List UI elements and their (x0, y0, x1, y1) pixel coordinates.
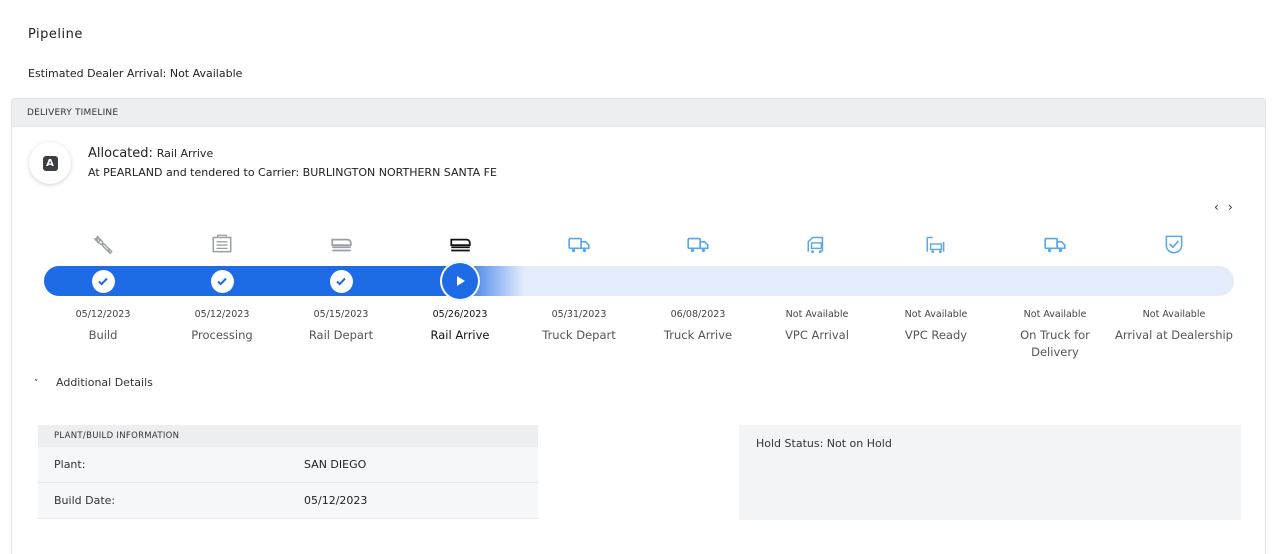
hold-status: Hold Status: Not on Hold (756, 437, 892, 450)
step-label: Truck Depart (542, 328, 616, 342)
check-icon (329, 269, 353, 293)
plant-build-header: PLANT/BUILD INFORMATION (38, 425, 538, 447)
train-icon (282, 229, 400, 259)
vpc-ready-icon (877, 229, 995, 259)
step-marker (758, 264, 876, 298)
step-label: Arrival at Dealership (1115, 328, 1233, 342)
timeline-step[interactable]: 05/26/2023 Rail Arrive (401, 229, 519, 344)
status-badge-letter: A (42, 155, 58, 171)
step-date: 05/31/2023 (551, 309, 607, 320)
timeline-step[interactable]: Not Available On Truck for Delivery (996, 229, 1114, 361)
timeline-step[interactable]: 05/12/2023 Processing (163, 229, 281, 344)
plant-value: SAN DIEGO (304, 458, 367, 471)
step-marker (639, 264, 757, 298)
step-marker (44, 264, 162, 298)
step-date: 05/26/2023 (432, 309, 488, 320)
timeline-step[interactable]: Not Available VPC Arrival (758, 229, 876, 344)
vpc-icon (758, 229, 876, 259)
chevron-down-icon: ˅ (34, 379, 39, 389)
check-icon (210, 269, 234, 293)
step-marker (996, 264, 1114, 298)
step-label: Rail Depart (308, 328, 374, 342)
plant-build-table: PLANT/BUILD INFORMATION Plant: SAN DIEGO… (38, 425, 538, 519)
play-icon (440, 261, 480, 301)
status-label: Allocated: (88, 146, 153, 161)
status-value: Rail Arrive (156, 147, 214, 160)
status-badge: A (29, 142, 71, 184)
timeline-next-button[interactable]: › (1228, 200, 1233, 214)
step-marker (877, 264, 995, 298)
step-date: 05/15/2023 (313, 309, 369, 320)
estimated-arrival: Estimated Dealer Arrival: Not Available (28, 67, 242, 80)
table-row: Plant: SAN DIEGO (38, 447, 538, 483)
step-label: On Truck for Delivery (1020, 328, 1090, 359)
step-marker (282, 264, 400, 298)
status-detail: At PEARLAND and tendered to Carrier: BUR… (88, 166, 497, 179)
timeline-step[interactable]: 05/12/2023 Build (44, 229, 162, 344)
step-date: Not Available (1142, 309, 1206, 320)
step-date: Not Available (785, 309, 849, 320)
build-date-key: Build Date: (54, 494, 116, 507)
timeline-prev-button[interactable]: ‹ (1214, 200, 1219, 214)
step-date: 05/12/2023 (194, 309, 250, 320)
timeline-step[interactable]: Not Available Arrival at Dealership (1115, 229, 1233, 344)
step-label: Rail Arrive (430, 328, 490, 342)
processing-icon (163, 229, 281, 259)
delivery-timeline-header: DELIVERY TIMELINE (12, 99, 1265, 127)
step-label: Processing (191, 328, 253, 342)
step-label: VPC Ready (904, 328, 968, 342)
delivery-timeline-panel: DELIVERY TIMELINE A Allocated: Rail Arri… (11, 98, 1266, 554)
truck-icon (520, 229, 638, 259)
plant-key: Plant: (54, 458, 86, 471)
train-icon (401, 229, 519, 259)
step-marker (1115, 264, 1233, 298)
step-label: Truck Arrive (663, 328, 733, 342)
table-row: Build Date: 05/12/2023 (38, 483, 538, 519)
status-summary: Allocated: Rail Arrive (88, 146, 213, 161)
step-date: Not Available (904, 309, 968, 320)
step-label: Build (88, 328, 118, 342)
estimated-arrival-value: Not Available (169, 67, 243, 80)
timeline-step[interactable]: 05/31/2023 Truck Depart (520, 229, 638, 344)
step-marker (163, 264, 281, 298)
step-marker (520, 264, 638, 298)
step-date: 06/08/2023 (670, 309, 726, 320)
additional-details-label: Additional Details (56, 376, 153, 389)
additional-details-toggle[interactable]: ˅ Additional Details (34, 376, 153, 389)
page-title: Pipeline (28, 27, 83, 42)
step-date: 05/12/2023 (75, 309, 131, 320)
step-marker (401, 261, 519, 301)
timeline-step[interactable]: Not Available VPC Ready (877, 229, 995, 344)
truck-icon (639, 229, 757, 259)
wrench-icon (44, 229, 162, 259)
shield-check-icon (1115, 229, 1233, 259)
step-label: VPC Arrival (785, 328, 849, 342)
check-icon (91, 269, 115, 293)
timeline-step[interactable]: 06/08/2023 Truck Arrive (639, 229, 757, 344)
truck-icon (996, 229, 1114, 259)
hold-status-box: Hold Status: Not on Hold (739, 425, 1241, 520)
step-date: Not Available (1023, 309, 1087, 320)
build-date-value: 05/12/2023 (304, 494, 368, 507)
estimated-arrival-label: Estimated Dealer Arrival: (28, 67, 167, 80)
timeline-step[interactable]: 05/15/2023 Rail Depart (282, 229, 400, 344)
